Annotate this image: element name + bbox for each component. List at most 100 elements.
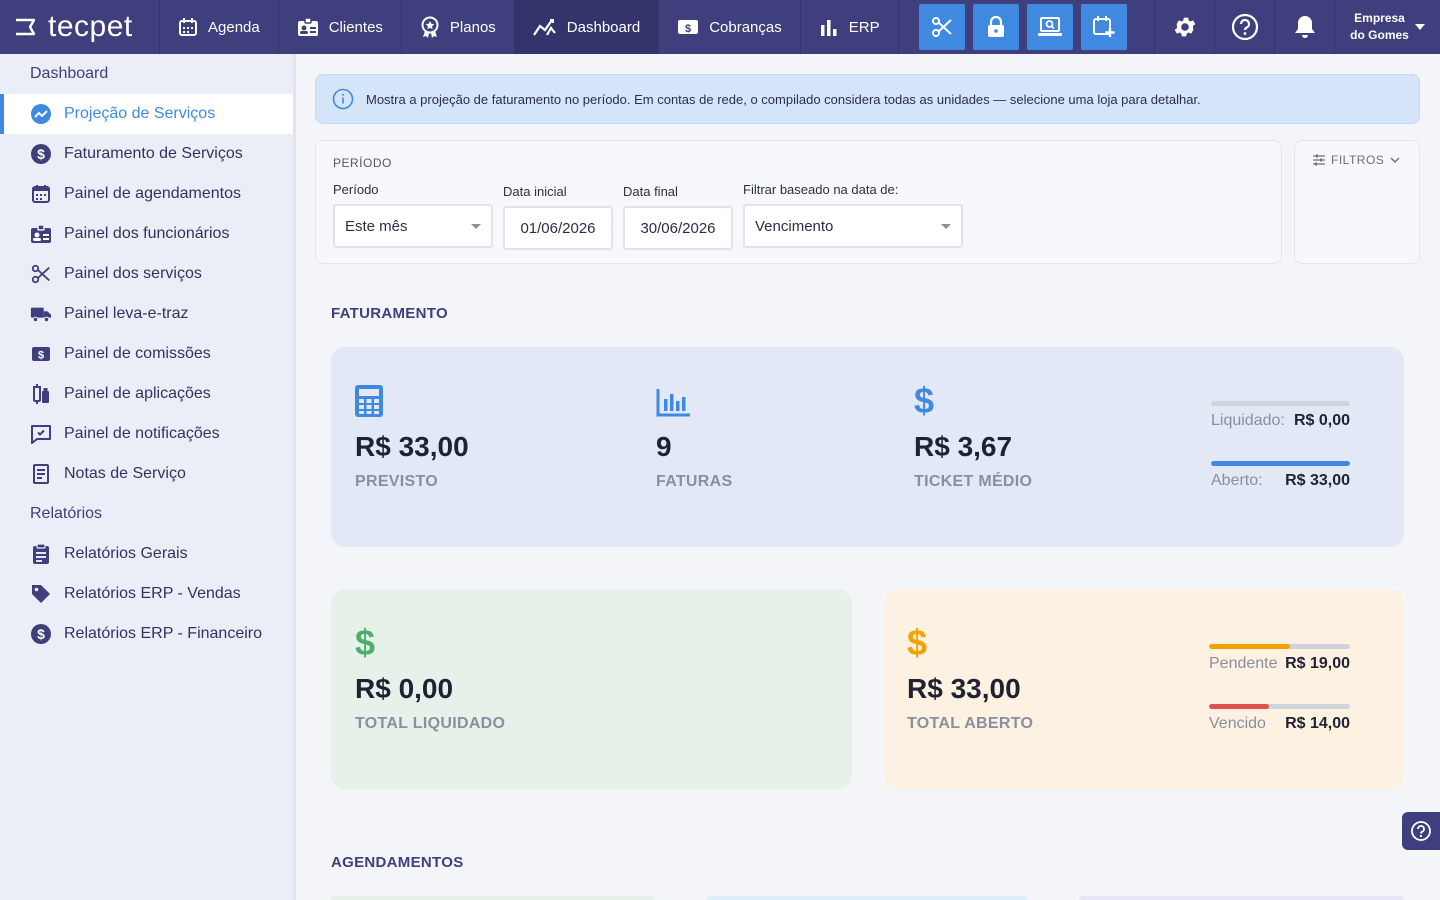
chevron-down-icon xyxy=(1414,24,1425,30)
faturas-value: 9 xyxy=(656,431,672,462)
start-date-input[interactable]: 01/06/2026 xyxy=(503,206,613,250)
sidebar-item-notas-servico[interactable]: Notas de Serviço xyxy=(0,454,293,494)
bell-icon xyxy=(1294,16,1315,38)
sidebar-item-label: Painel de aplicações xyxy=(64,385,211,402)
quick-services-button[interactable] xyxy=(918,4,965,50)
sidebar-item-label: Painel de agendamentos xyxy=(64,185,242,202)
end-date-input[interactable]: 30/06/2026 xyxy=(623,206,733,250)
nav-dashboard-label: Dashboard xyxy=(566,18,641,36)
nav-erp[interactable]: ERP xyxy=(801,0,899,54)
sidebar-item-painel-notificacoes[interactable]: Painel de notificações xyxy=(0,414,293,454)
sidebar-item-painel-comissoes[interactable]: $ Painel de comissões xyxy=(0,334,293,374)
pendente-label: Pendente xyxy=(1209,655,1278,672)
help-icon xyxy=(1231,13,1258,41)
svg-text:$: $ xyxy=(37,146,45,162)
sidebar-item-label: Painel dos funcionários xyxy=(64,225,230,242)
vencido-progress-track xyxy=(1209,704,1350,709)
nav-planos[interactable]: Planos xyxy=(402,0,515,54)
sidebar-item-label: Painel de comissões xyxy=(64,345,211,362)
filter-by-value: Vencimento xyxy=(755,217,834,235)
nav-agenda-label: Agenda xyxy=(208,18,260,36)
ticket-metric: $ R$ 3,67 TICKET MÉDIO xyxy=(914,381,1032,491)
dollar-icon: $ xyxy=(355,623,505,659)
quick-actions xyxy=(918,0,1127,54)
filters-button[interactable]: FILTROS xyxy=(1313,153,1400,167)
notifications-button[interactable] xyxy=(1274,0,1334,54)
info-banner-text: Mostra a projeção de faturamento no perí… xyxy=(366,91,1201,107)
sidebar-item-painel-funcionarios[interactable]: Painel dos funcionários xyxy=(0,214,293,254)
svg-text:$: $ xyxy=(38,350,44,362)
dollar-icon: $ xyxy=(914,381,1032,417)
clipboard-icon xyxy=(30,543,52,565)
quick-lock-button[interactable] xyxy=(972,4,1019,50)
liquidado-value: R$ 0,00 xyxy=(1293,412,1350,429)
nav-planos-label: Planos xyxy=(449,18,496,36)
sidebar-item-projecao-servicos[interactable]: Projeção de Serviços xyxy=(0,94,293,134)
chevron-down-icon xyxy=(1390,157,1400,163)
pendente-value: R$ 19,00 xyxy=(1285,655,1350,672)
pendente-progress: Pendente R$ 19,00 xyxy=(1209,644,1350,673)
scissors-icon xyxy=(30,263,52,285)
sidebar-item-relatorios-gerais[interactable]: Relatórios Gerais xyxy=(0,534,293,574)
settings-button[interactable] xyxy=(1154,0,1214,54)
sidebar-section-reports: Relatórios xyxy=(30,505,103,522)
sidebar-item-label: Relatórios ERP - Vendas xyxy=(64,585,241,602)
sidebar-item-painel-leva-e-traz[interactable]: Painel leva-e-traz xyxy=(0,294,293,334)
sidebar-item-label: Projeção de Serviços xyxy=(64,105,216,122)
info-banner: Mostra a projeção de faturamento no perí… xyxy=(315,74,1420,124)
faturas-metric: 9 FATURAS xyxy=(656,381,732,491)
svg-text:$: $ xyxy=(914,383,934,417)
company-name-line1: Empresa xyxy=(1354,11,1405,25)
info-icon xyxy=(332,88,354,110)
help-chat-button[interactable] xyxy=(1402,812,1440,850)
period-select[interactable]: Este mês xyxy=(333,204,493,248)
total-liquidado-metric: $ R$ 0,00 TOTAL LIQUIDADO xyxy=(355,623,505,733)
sidebar-item-painel-agendamentos[interactable]: Painel de agendamentos xyxy=(0,174,293,214)
company-name-line2: do Gomes xyxy=(1350,28,1409,42)
nav-dashboard[interactable]: Dashboard xyxy=(514,0,660,54)
company-menu[interactable]: Empresa do Gomes xyxy=(1334,0,1440,54)
sidebar-item-label: Notas de Serviço xyxy=(64,465,186,482)
previsto-label: PREVISTO xyxy=(355,473,439,490)
ticket-value: R$ 3,67 xyxy=(914,431,1013,462)
chart-line-icon xyxy=(532,19,556,36)
money-icon: $ xyxy=(30,343,52,365)
award-icon xyxy=(421,16,439,38)
quick-new-appointment-button[interactable] xyxy=(1080,4,1127,50)
nav-clientes-label: Clientes xyxy=(328,18,383,36)
sidebar-item-faturamento-servicos[interactable]: $ Faturamento de Serviços xyxy=(0,134,293,174)
sidebar-item-relatorios-erp-financeiro[interactable]: $ Relatórios ERP - Financeiro xyxy=(0,614,293,654)
nav-agenda[interactable]: Agenda xyxy=(160,0,279,54)
nav-clientes[interactable]: Clientes xyxy=(279,0,402,54)
previsto-value: R$ 33,00 xyxy=(355,431,469,462)
aberto-progress-fill xyxy=(1211,461,1350,466)
gear-icon xyxy=(1174,17,1195,37)
sidebar-item-painel-servicos[interactable]: Painel dos serviços xyxy=(0,254,293,294)
nav-cobrancas-label: Cobranças xyxy=(709,18,782,36)
start-date-label: Data inicial xyxy=(503,184,567,199)
chart-line-icon xyxy=(30,103,52,125)
start-date-value: 01/06/2026 xyxy=(520,219,596,237)
svg-text:$: $ xyxy=(355,625,375,659)
sidebar-item-relatorios-erp-vendas[interactable]: Relatórios ERP - Vendas xyxy=(0,574,293,614)
sidebar-item-label: Painel de notificações xyxy=(64,425,220,442)
help-button[interactable] xyxy=(1214,0,1274,54)
sidebar-item-painel-aplicacoes[interactable]: Painel de aplicações xyxy=(0,374,293,414)
dollar-circle-icon: $ xyxy=(30,623,52,645)
dollar-icon: $ xyxy=(907,623,1033,659)
quick-pos-button[interactable] xyxy=(1026,4,1073,50)
liquidado-progress: Liquidado: R$ 0,00 xyxy=(1211,401,1350,430)
sidebar-section-dashboard: Dashboard xyxy=(30,65,109,82)
filter-by-select[interactable]: Vencimento xyxy=(743,204,963,248)
logo-icon xyxy=(16,18,36,36)
nav-cobrancas[interactable]: $ Cobranças xyxy=(659,0,801,54)
nav-erp-label: ERP xyxy=(848,18,880,36)
dollar-circle-icon: $ xyxy=(30,143,52,165)
logo[interactable]: tecpet xyxy=(0,0,160,54)
end-date-value: 30/06/2026 xyxy=(640,219,716,237)
vencido-progress: Vencido R$ 14,00 xyxy=(1209,704,1350,733)
right-actions: Empresa do Gomes xyxy=(1154,0,1440,54)
pendente-progress-track xyxy=(1209,644,1350,649)
period-title: PERÍODO xyxy=(333,156,392,170)
sliders-icon xyxy=(1313,154,1325,166)
